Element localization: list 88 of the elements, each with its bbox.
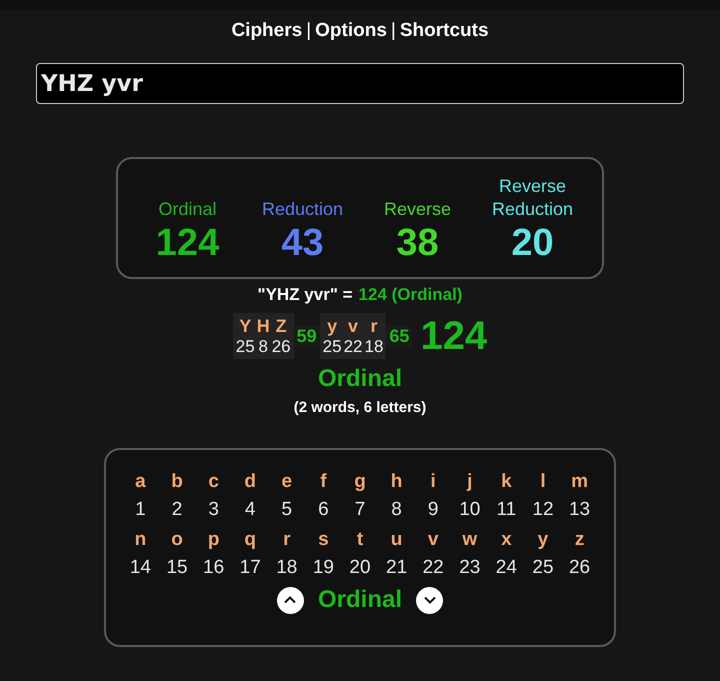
cipher-name: Ordinal: [157, 198, 218, 221]
cipher-value: 20: [511, 221, 554, 265]
nav-link[interactable]: Options: [315, 20, 387, 42]
chart-value: 22: [422, 556, 444, 580]
chart-letter: k: [501, 470, 512, 494]
chart-letter: a: [135, 470, 146, 494]
letter-value: 25: [236, 337, 255, 357]
chart-value: 25: [532, 556, 554, 580]
cipher-name: Reverse: [382, 198, 452, 221]
chart-letter: d: [244, 470, 256, 494]
chart-letter: r: [283, 528, 291, 552]
chart-value: 24: [496, 556, 517, 580]
nav-link[interactable]: Ciphers: [231, 20, 302, 42]
chart-value: 6: [318, 498, 329, 522]
chart-letter: x: [501, 528, 512, 552]
word-total: 59: [294, 326, 320, 346]
cipher-value: 124: [156, 221, 220, 265]
chart-value: 10: [459, 498, 480, 522]
cipher-name: Reduction: [260, 198, 344, 221]
chart-letter: t: [356, 528, 364, 552]
chart-value: 7: [354, 498, 366, 522]
chart-value: 5: [282, 498, 292, 522]
chart-value: 19: [312, 556, 334, 580]
chart-letter: j: [467, 470, 472, 494]
chart-letter: o: [171, 528, 183, 552]
letter: v: [348, 315, 358, 337]
chart-letter: h: [390, 470, 402, 494]
chart-letter: g: [354, 470, 366, 494]
cipher-name: Reverse Reduction: [490, 175, 574, 221]
separator: |: [390, 20, 396, 42]
chart-value: 26: [568, 556, 590, 580]
letter-value: 25: [322, 337, 342, 357]
letter: H: [256, 315, 270, 337]
chart-letter: l: [540, 470, 546, 494]
chart-value: 1: [135, 498, 146, 522]
chart-value: 23: [459, 556, 480, 580]
chart-value: 15: [166, 556, 188, 580]
letter: y: [327, 315, 338, 337]
next-cipher-button[interactable]: [416, 586, 443, 614]
letter-value: 26: [272, 337, 291, 357]
chart-value: 11: [496, 498, 516, 522]
chart-letter: u: [390, 528, 402, 552]
chart-value: 13: [568, 498, 590, 522]
chart-letter: e: [282, 470, 292, 494]
phrase-input[interactable]: YHZ yvr: [36, 63, 684, 104]
chart-value: 12: [532, 498, 554, 522]
chart-value: 2: [172, 498, 182, 522]
letter-value: 18: [364, 337, 384, 357]
chart-value: 14: [130, 556, 151, 580]
grand-total: 124: [420, 314, 488, 358]
letter: r: [370, 315, 378, 337]
word-letter-count: (2 words, 6 letters): [294, 399, 426, 416]
chart-value: 21: [386, 556, 408, 580]
cipher-title: Ordinal: [318, 365, 402, 393]
cipher-value: 38: [396, 221, 439, 265]
chart-value: 9: [428, 498, 438, 522]
letter-value: 8: [258, 337, 268, 357]
result-text: 124 (Ordinal): [358, 285, 462, 305]
chart-value: 17: [240, 556, 261, 580]
chart-value: 3: [208, 498, 219, 522]
chart-letter: v: [428, 528, 438, 552]
chart-value: 8: [391, 498, 402, 522]
chart-value: 4: [244, 498, 256, 522]
letter-value: 22: [344, 337, 362, 357]
nav-link[interactable]: Shortcuts: [400, 20, 489, 42]
chart-letter: q: [244, 528, 256, 552]
phrase-text: "YHZ yvr" =: [258, 285, 353, 305]
chart-value: 20: [349, 556, 371, 580]
chart-letter: m: [571, 470, 588, 494]
chart-letter: b: [171, 470, 183, 494]
word-total: 65: [386, 326, 412, 346]
cipher-value: 43: [281, 221, 324, 265]
letter: Z: [276, 315, 287, 337]
chart-letter: f: [320, 470, 327, 494]
chart-value: 18: [276, 556, 298, 580]
separator: |: [306, 20, 312, 42]
chart-letter: n: [134, 528, 146, 552]
chart-cipher-name: Ordinal: [318, 586, 402, 614]
chart-letter: w: [462, 528, 478, 552]
letter: Y: [239, 315, 252, 337]
chart-letter: p: [208, 528, 220, 552]
chart-letter: z: [574, 528, 584, 552]
previous-cipher-button[interactable]: [276, 586, 304, 614]
chart-letter: s: [318, 528, 329, 552]
chart-letter: c: [208, 470, 219, 494]
chart-value: 16: [203, 556, 224, 580]
chart-letter: i: [430, 470, 436, 494]
chart-letter: y: [538, 528, 548, 552]
